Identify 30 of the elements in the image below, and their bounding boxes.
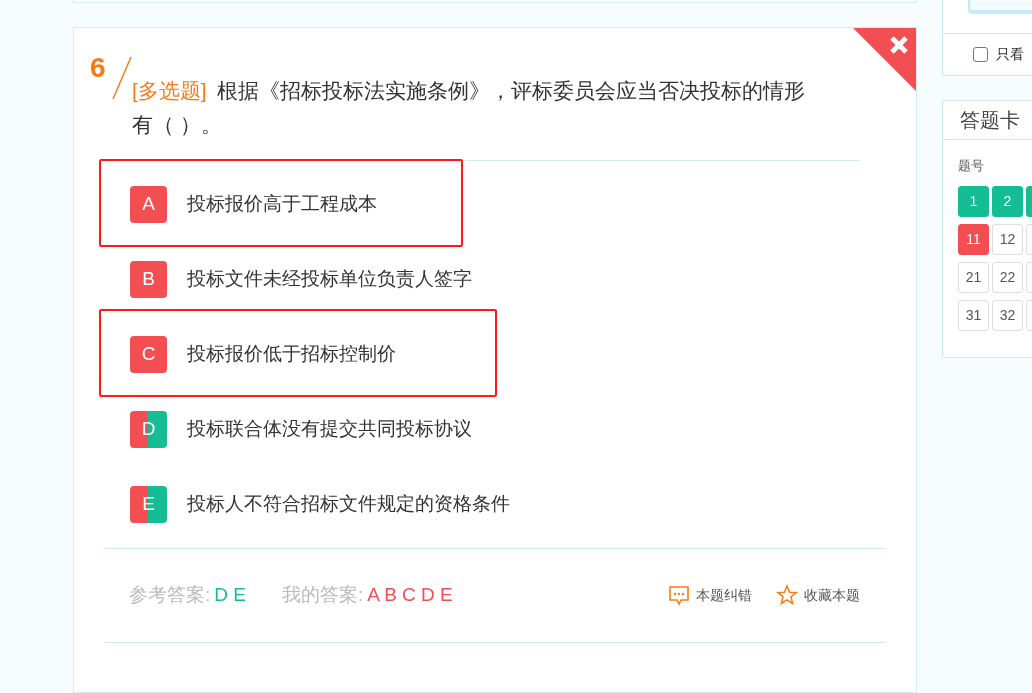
option-letter: B (130, 260, 167, 298)
star-icon (776, 584, 798, 607)
column-label: 题号 (958, 158, 984, 173)
filter-label: 只看 (996, 45, 1024, 64)
report-error-button[interactable]: 本题纠错 (668, 584, 752, 607)
option-text[interactable]: 投标报价低于招标控制价 (187, 340, 396, 369)
question-number-button[interactable]: 32 (992, 300, 1023, 331)
my-answer-label: 我的答案: (281, 583, 364, 608)
question-text: [多选题] 根据《招标投标法实施条例》，评标委员会应当否决投标的情形有（ ）。 (132, 77, 806, 138)
comment-icon (668, 584, 690, 607)
close-icon (888, 33, 910, 56)
option-text[interactable]: 投标联合体没有提交共同投标协议 (187, 415, 472, 444)
my-answer: A B C D E (367, 583, 453, 608)
checkbox[interactable] (973, 47, 988, 62)
reference-answer-label: 参考答案: (129, 583, 211, 608)
question-number-button[interactable]: 22 (992, 262, 1023, 293)
option-letter: C (130, 335, 167, 373)
option-text[interactable]: 投标报价高于工程成本 (187, 190, 377, 219)
slash-icon (111, 55, 133, 100)
reference-answer: D E (214, 583, 246, 608)
option-text[interactable]: 投标人不符合招标文件规定的资格条件 (187, 490, 510, 519)
question-number-button[interactable]: 12 (992, 224, 1023, 255)
question-number-button[interactable]: 31 (958, 300, 989, 331)
answer-card-title: 答题卡 (960, 108, 1020, 133)
question-type-tag: [多选题] (132, 78, 207, 102)
favorite-button[interactable]: 收藏本题 (776, 584, 860, 607)
question-number-button[interactable]: 21 (958, 262, 989, 293)
question-number: 6 (90, 53, 106, 82)
option-letter: A (130, 185, 167, 223)
option-text[interactable]: 投标文件未经投标单位负责人签字 (187, 265, 472, 294)
